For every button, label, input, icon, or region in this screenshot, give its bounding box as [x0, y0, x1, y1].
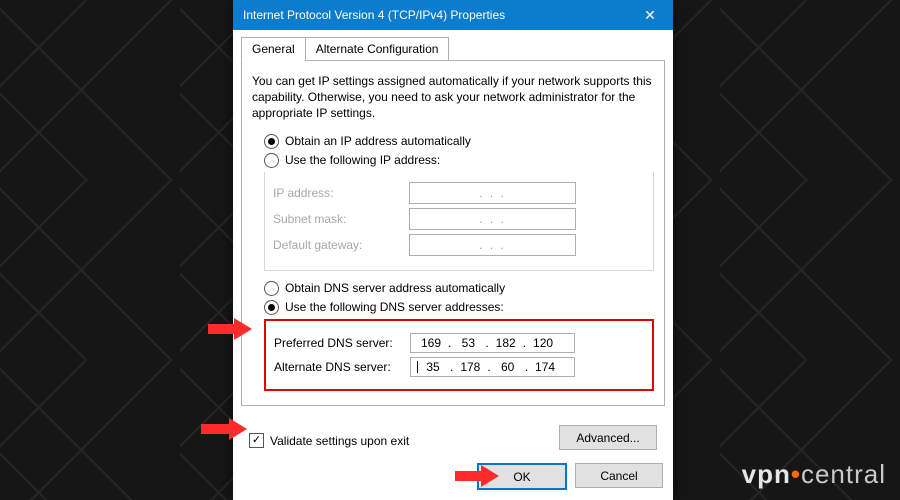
annotation-arrow-icon	[455, 465, 499, 487]
tab-strip: General Alternate Configuration	[241, 36, 665, 61]
field-label: Alternate DNS server:	[274, 360, 410, 374]
field-label: Subnet mask:	[273, 212, 409, 226]
validate-checkbox[interactable]: ✓ Validate settings upon exit	[249, 433, 409, 448]
dialog-button-row: OK Cancel	[233, 463, 673, 490]
text-cursor-icon	[417, 361, 418, 373]
alternate-dns-input[interactable]: 35. 178. 60. 174	[410, 357, 575, 377]
titlebar[interactable]: Internet Protocol Version 4 (TCP/IPv4) P…	[233, 0, 673, 30]
row-default-gateway: Default gateway: . . .	[273, 234, 645, 256]
radio-label: Use the following DNS server addresses:	[285, 300, 504, 314]
annotation-arrow-icon	[201, 418, 247, 440]
default-gateway-input: . . .	[409, 234, 576, 256]
ip-fieldset: IP address: . . . Subnet mask: . . . Def…	[264, 172, 654, 271]
desktop-background: Internet Protocol Version 4 (TCP/IPv4) P…	[0, 0, 900, 500]
radio-ip-auto[interactable]: Obtain an IP address automatically	[264, 134, 654, 149]
checkbox-label: Validate settings upon exit	[270, 434, 409, 448]
radio-label: Obtain an IP address automatically	[285, 134, 471, 148]
dns-group: Obtain DNS server address automatically …	[264, 281, 654, 391]
advanced-button[interactable]: Advanced...	[559, 425, 657, 450]
row-ip-address: IP address: . . .	[273, 182, 645, 204]
field-label: Default gateway:	[273, 238, 409, 252]
annotation-arrow-icon	[208, 318, 252, 340]
intro-text: You can get IP settings assigned automat…	[252, 73, 654, 122]
radio-label: Obtain DNS server address automatically	[285, 281, 505, 295]
close-button[interactable]: ✕	[627, 0, 673, 30]
row-preferred-dns: Preferred DNS server: 169. 53. 182. 120	[274, 333, 644, 353]
field-label: IP address:	[273, 186, 409, 200]
preferred-dns-input[interactable]: 169. 53. 182. 120	[410, 333, 575, 353]
tab-alternate-configuration[interactable]: Alternate Configuration	[305, 37, 450, 61]
tab-general[interactable]: General	[241, 37, 306, 61]
row-subnet-mask: Subnet mask: . . .	[273, 208, 645, 230]
radio-icon	[264, 153, 279, 168]
radio-ip-manual[interactable]: Use the following IP address:	[264, 153, 654, 168]
close-icon: ✕	[644, 7, 656, 24]
cancel-button[interactable]: Cancel	[575, 463, 663, 488]
ip-address-input: . . .	[409, 182, 576, 204]
field-label: Preferred DNS server:	[274, 336, 410, 350]
radio-icon	[264, 134, 279, 149]
ip-group: Obtain an IP address automatically Use t…	[264, 134, 654, 271]
tab-panel-general: You can get IP settings assigned automat…	[241, 61, 665, 406]
subnet-mask-input: . . .	[409, 208, 576, 230]
properties-dialog: Internet Protocol Version 4 (TCP/IPv4) P…	[233, 0, 673, 500]
row-alternate-dns: Alternate DNS server: 35. 178. 60. 174	[274, 357, 644, 377]
radio-icon	[264, 300, 279, 315]
radio-dns-auto[interactable]: Obtain DNS server address automatically	[264, 281, 654, 296]
checkmark-icon: ✓	[249, 433, 264, 448]
radio-label: Use the following IP address:	[285, 153, 440, 167]
radio-dns-manual[interactable]: Use the following DNS server addresses:	[264, 300, 654, 315]
dns-fieldset-highlight: Preferred DNS server: 169. 53. 182. 120 …	[264, 319, 654, 391]
watermark-logo: vpn•central	[742, 459, 886, 490]
dialog-body: General Alternate Configuration You can …	[233, 30, 673, 500]
radio-icon	[264, 281, 279, 296]
window-title: Internet Protocol Version 4 (TCP/IPv4) P…	[233, 8, 505, 22]
